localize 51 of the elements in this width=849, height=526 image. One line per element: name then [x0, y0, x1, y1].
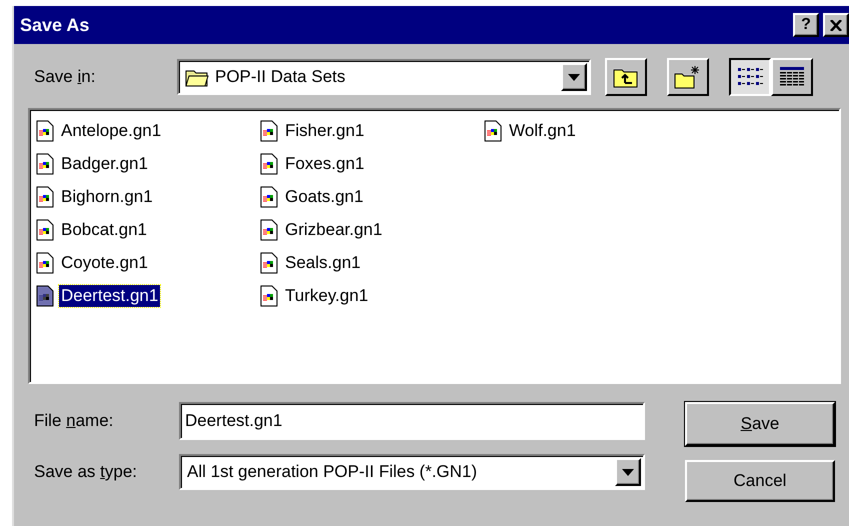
file-icon — [260, 186, 278, 208]
file-icon — [260, 218, 278, 240]
window-title: Save As — [20, 14, 90, 36]
file-item[interactable]: Antelope.gn1 — [59, 120, 164, 142]
file-item[interactable]: Fisher.gn1 — [283, 120, 366, 142]
file-item[interactable]: Seals.gn1 — [283, 252, 363, 274]
file-icon — [36, 284, 54, 306]
details-view-icon — [779, 66, 805, 88]
file-icon — [260, 284, 278, 306]
file-icon — [36, 152, 54, 174]
file-icon — [36, 120, 54, 142]
close-button[interactable] — [823, 13, 849, 37]
file-item[interactable]: Bobcat.gn1 — [59, 218, 150, 240]
list-view-icon — [737, 66, 763, 88]
close-icon — [830, 20, 842, 30]
file-name-field[interactable]: Deertest.gn1 — [179, 402, 645, 440]
file-icon — [36, 252, 54, 274]
save-in-value: POP-II Data Sets — [215, 67, 346, 87]
up-folder-button[interactable] — [605, 58, 647, 96]
file-item[interactable]: Deertest.gn1 — [59, 284, 160, 306]
caret-icon — [622, 468, 634, 476]
file-item[interactable]: Wolf.gn1 — [507, 120, 578, 142]
file-icon — [260, 252, 278, 274]
save-as-type-value: All 1st generation POP-II Files (*.GN1) — [187, 462, 478, 482]
dropdown-button[interactable] — [561, 63, 587, 91]
file-item[interactable]: Grizbear.gn1 — [283, 218, 384, 240]
file-icon — [260, 120, 278, 142]
file-icon — [484, 120, 502, 142]
save-in-dropdown[interactable]: POP-II Data Sets — [177, 59, 591, 95]
save-as-type-label: Save as type: — [33, 462, 138, 482]
file-item[interactable]: Badger.gn1 — [59, 152, 150, 174]
caret-icon — [568, 74, 580, 80]
file-icon — [36, 218, 54, 240]
new-folder-button[interactable] — [667, 58, 709, 96]
list-view-button[interactable] — [729, 58, 771, 96]
file-icon — [36, 186, 54, 208]
cancel-button[interactable]: Cancel — [685, 460, 835, 502]
details-view-button[interactable] — [771, 58, 813, 96]
help-button[interactable]: ? — [793, 13, 819, 37]
file-item[interactable]: Bighorn.gn1 — [59, 186, 155, 208]
file-name-label: File name: — [33, 411, 114, 431]
file-item[interactable]: Goats.gn1 — [283, 186, 366, 208]
file-item[interactable]: Coyote.gn1 — [59, 252, 150, 274]
new-folder-icon — [674, 65, 702, 89]
save-button[interactable]: Save — [685, 402, 835, 446]
file-item[interactable]: Turkey.gn1 — [283, 284, 370, 306]
file-icon — [260, 152, 278, 174]
dropdown-button[interactable] — [615, 458, 641, 486]
file-item[interactable]: Foxes.gn1 — [283, 152, 366, 174]
save-as-type-dropdown[interactable]: All 1st generation POP-II Files (*.GN1) — [179, 454, 645, 490]
save-in-label: Save in: — [33, 67, 96, 87]
